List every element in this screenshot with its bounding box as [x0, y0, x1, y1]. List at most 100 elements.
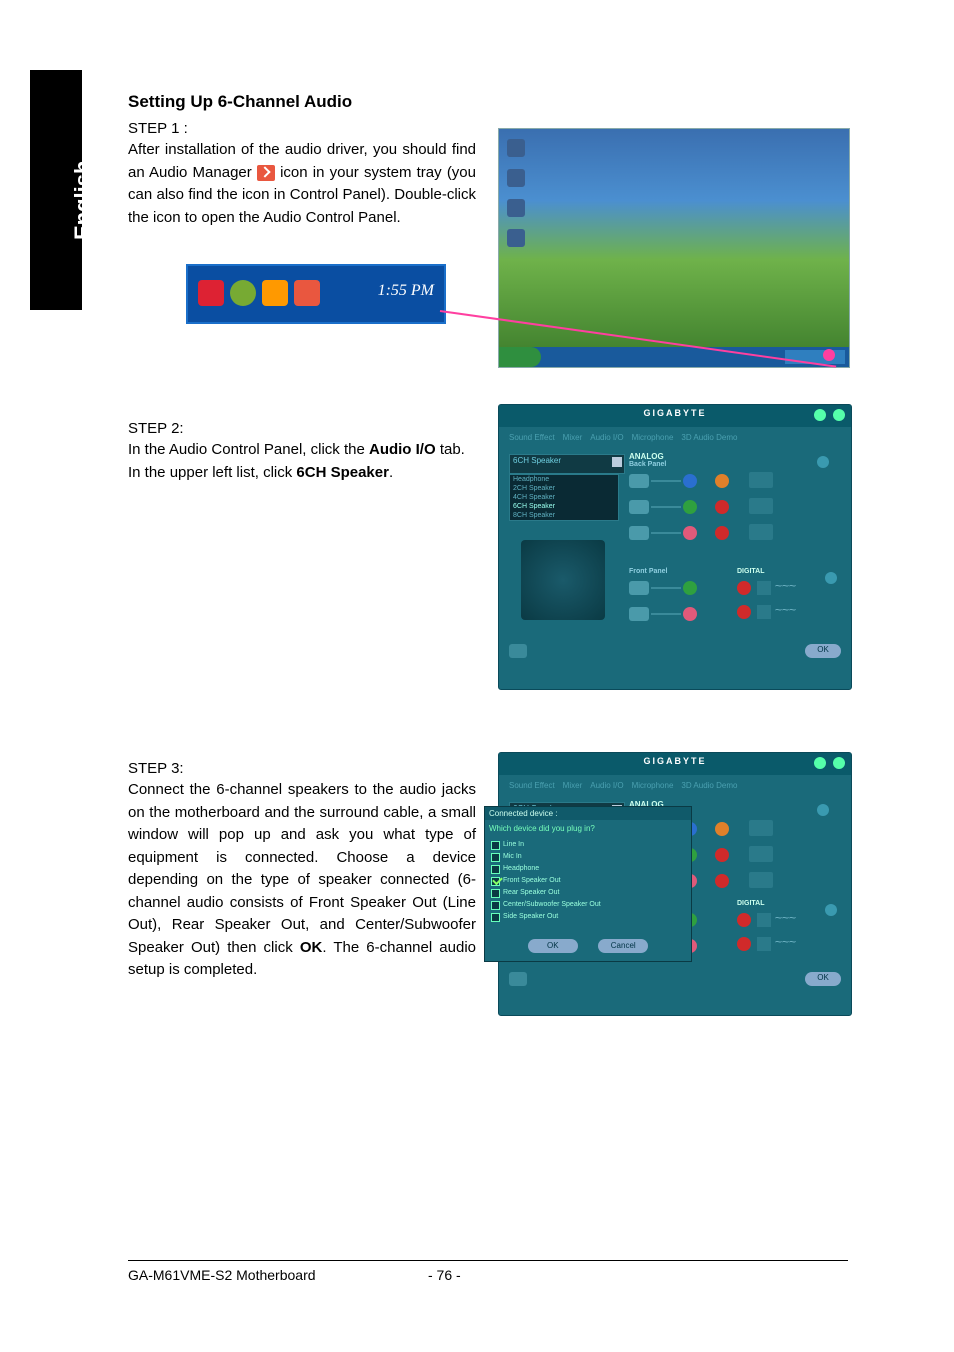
desktop-icon	[507, 139, 525, 157]
device-option[interactable]: Center/Subwoofer Speaker Out	[491, 899, 685, 911]
chevron-down-icon	[612, 457, 622, 467]
coax-icon	[757, 937, 771, 951]
speaker-option[interactable]: 4CH Speaker	[510, 493, 618, 502]
tab-sound-effect[interactable]: Sound Effect	[509, 781, 555, 790]
panel-tabs: Sound Effect Mixer Audio I/O Microphone …	[499, 775, 851, 796]
tray-icon[interactable]	[262, 280, 288, 306]
jack-dot-grey[interactable]	[715, 874, 729, 888]
jack-dot-black[interactable]	[715, 500, 729, 514]
digital-waveform-icon: ⁓⁓⁓	[775, 582, 796, 590]
popup-buttons: OK Cancel	[485, 929, 691, 961]
tray-icon[interactable]	[198, 280, 224, 306]
jack-line	[651, 480, 681, 482]
optical-icon	[757, 913, 771, 927]
option-label: Side Speaker Out	[503, 913, 558, 920]
ok-button[interactable]: OK	[805, 972, 841, 986]
jack-icon	[629, 474, 649, 488]
tab-3d-audio-demo[interactable]: 3D Audio Demo	[681, 781, 737, 790]
section-title: Setting Up 6-Channel Audio	[128, 92, 848, 112]
minimize-icon[interactable]	[814, 409, 826, 421]
jack-dot-blue[interactable]	[683, 474, 697, 488]
digital-waveform-icon: ⁓⁓⁓	[775, 938, 796, 946]
language-tab: English	[30, 70, 82, 310]
minimize-icon[interactable]	[814, 757, 826, 769]
checkbox-icon[interactable]	[491, 901, 500, 910]
jack-dot-grey[interactable]	[715, 526, 729, 540]
jack-dot-pink[interactable]	[683, 607, 697, 621]
figure-systray-detail: 1:55 PM	[186, 264, 446, 324]
jack-dot-green[interactable]	[683, 581, 697, 595]
device-option[interactable]: Front Speaker Out	[491, 875, 685, 887]
checkbox-icon[interactable]	[491, 889, 500, 898]
language-label: English	[70, 161, 96, 240]
option-label: Center/Subwoofer Speaker Out	[503, 901, 601, 908]
digital-section: DIGITAL ⁓⁓⁓ ⁓⁓⁓	[737, 568, 837, 623]
tray-clock: 1:55 PM	[378, 282, 434, 300]
digital-jack-icon[interactable]	[737, 605, 751, 619]
speaker-config-select[interactable]: 6CH Speaker	[509, 454, 625, 474]
jack-dot-pink[interactable]	[683, 526, 697, 540]
info-icon[interactable]	[817, 456, 829, 468]
device-option[interactable]: Headphone	[491, 863, 685, 875]
tab-mixer[interactable]: Mixer	[563, 433, 583, 442]
tab-sound-effect[interactable]: Sound Effect	[509, 433, 555, 442]
speaker-option-selected[interactable]: 6CH Speaker	[510, 502, 618, 511]
digital-jack-icon[interactable]	[737, 913, 751, 927]
close-icon[interactable]	[833, 757, 845, 769]
digital-label: DIGITAL	[737, 568, 837, 575]
panel-status-icon	[509, 644, 527, 658]
close-icon[interactable]	[833, 409, 845, 421]
panel-titlebar: GIGABYTE	[499, 405, 851, 427]
device-option[interactable]: Line In	[491, 839, 685, 851]
panel-titlebar: GIGABYTE	[499, 753, 851, 775]
digital-jack-icon[interactable]	[737, 581, 751, 595]
step1-block: STEP 1 : After installation of the audio…	[128, 120, 476, 229]
digital-row: ⁓⁓⁓	[737, 603, 837, 623]
checkbox-checked-icon[interactable]	[491, 877, 500, 886]
digital-row: ⁓⁓⁓	[737, 911, 837, 931]
info-icon[interactable]	[817, 804, 829, 816]
popup-cancel-button[interactable]: Cancel	[598, 939, 648, 953]
front-panel-label: Front Panel	[629, 568, 729, 575]
step1-body: After installation of the audio driver, …	[128, 139, 476, 229]
panel-brand: GIGABYTE	[643, 408, 706, 418]
device-option[interactable]: Side Speaker Out	[491, 911, 685, 923]
jack-dot-green[interactable]	[683, 500, 697, 514]
tray-icon[interactable]	[230, 280, 256, 306]
panel-brand: GIGABYTE	[643, 756, 706, 766]
tab-microphone[interactable]: Microphone	[632, 781, 674, 790]
tab-microphone[interactable]: Microphone	[632, 433, 674, 442]
option-label: Headphone	[503, 865, 539, 872]
speaker-option[interactable]: 2CH Speaker	[510, 484, 618, 493]
checkbox-icon[interactable]	[491, 865, 500, 874]
jack-dot-orange[interactable]	[715, 822, 729, 836]
jack-target	[749, 498, 773, 514]
device-option[interactable]: Rear Speaker Out	[491, 887, 685, 899]
popup-header: Connected device :	[485, 807, 691, 820]
digital-jack-icon[interactable]	[737, 937, 751, 951]
digital-row: ⁓⁓⁓	[737, 935, 837, 955]
audio-manager-tray-icon[interactable]	[294, 280, 320, 306]
tab-audio-io[interactable]: Audio I/O	[590, 781, 623, 790]
window-controls	[811, 756, 845, 774]
front-panel-section: Front Panel	[629, 568, 729, 627]
footer-product: GA-M61VME-S2 Motherboard	[128, 1267, 316, 1283]
start-button[interactable]	[499, 347, 541, 367]
checkbox-icon[interactable]	[491, 853, 500, 862]
tab-3d-audio-demo[interactable]: 3D Audio Demo	[681, 433, 737, 442]
ok-button[interactable]: OK	[805, 644, 841, 658]
speaker-option[interactable]: Headphone	[510, 475, 618, 484]
checkbox-icon[interactable]	[491, 841, 500, 850]
popup-ok-button[interactable]: OK	[528, 939, 578, 953]
figure-desktop-screenshot	[498, 128, 850, 368]
figure-audio-panel-step2: GIGABYTE Sound Effect Mixer Audio I/O Mi…	[498, 404, 852, 690]
device-option[interactable]: Mic In	[491, 851, 685, 863]
tab-mixer[interactable]: Mixer	[563, 781, 583, 790]
tab-audio-io[interactable]: Audio I/O	[590, 433, 623, 442]
step2-text-a: In the Audio Control Panel, click the	[128, 441, 369, 458]
speaker-option[interactable]: 8CH Speaker	[510, 511, 618, 520]
jack-dot-orange[interactable]	[715, 474, 729, 488]
checkbox-icon[interactable]	[491, 913, 500, 922]
jack-dot-black[interactable]	[715, 848, 729, 862]
coax-icon	[757, 605, 771, 619]
